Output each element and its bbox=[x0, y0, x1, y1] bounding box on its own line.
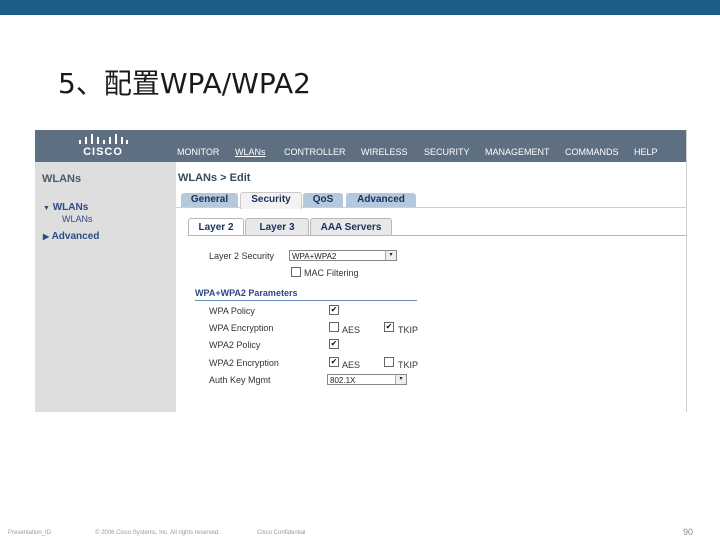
top-navigation-bar: CISCO MONITOR WLANs CONTROLLER WIRELESS … bbox=[35, 130, 686, 162]
nav-item-wlans[interactable]: ▼ WLANs bbox=[43, 202, 88, 213]
tab-security[interactable]: Security bbox=[240, 192, 302, 209]
triangle-right-icon: ▶ bbox=[43, 232, 50, 241]
dropdown-arrow-icon: ▾ bbox=[385, 251, 396, 260]
subtab-layer3[interactable]: Layer 3 bbox=[245, 218, 309, 236]
layer2-security-select[interactable]: WPA+WPA2 ▾ bbox=[289, 250, 397, 261]
wpa-aes-label: AES bbox=[342, 325, 361, 335]
subtab-divider bbox=[188, 235, 686, 236]
wpa-encryption-label: WPA Encryption bbox=[209, 323, 274, 333]
subtab-aaa-servers[interactable]: AAA Servers bbox=[310, 218, 392, 236]
menu-security[interactable]: SECURITY bbox=[424, 147, 470, 157]
slide-top-bar bbox=[0, 0, 720, 15]
wpa2-policy-checkbox[interactable]: ✔ bbox=[329, 339, 339, 349]
wpa2-encryption-label: WPA2 Encryption bbox=[209, 358, 279, 368]
menu-monitor[interactable]: MONITOR bbox=[177, 147, 219, 157]
subtab-layer2[interactable]: Layer 2 bbox=[188, 218, 244, 236]
slide-title: 5、配置WPA/WPA2 bbox=[58, 67, 311, 100]
mac-filtering-label: MAC Filtering bbox=[304, 268, 359, 278]
wlan-edit-panel: WLANs > Edit General Security QoS Advanc… bbox=[176, 162, 686, 412]
mac-filtering-checkbox[interactable] bbox=[291, 267, 301, 277]
left-navigation: WLANs ▼ WLANs WLANs ▶ Advanced bbox=[35, 162, 174, 412]
tab-bar: General Security QoS Advanced bbox=[176, 190, 686, 209]
nav-item-wlans-label: WLANs bbox=[52, 202, 89, 213]
cisco-bridge-icon bbox=[79, 132, 128, 144]
wpa-parameters-title: WPA+WPA2 Parameters bbox=[195, 288, 298, 298]
auth-key-mgmt-label: Auth Key Mgmt bbox=[209, 375, 271, 385]
footer-copyright: © 2006 Cisco Systems, Inc. All rights re… bbox=[95, 530, 220, 536]
wpa2-policy-label: WPA2 Policy bbox=[209, 340, 261, 350]
menu-management[interactable]: MANAGEMENT bbox=[485, 147, 550, 157]
triangle-down-icon: ▼ bbox=[43, 205, 50, 212]
tab-advanced[interactable]: Advanced bbox=[346, 193, 416, 207]
cisco-logo-text: CISCO bbox=[83, 146, 123, 158]
menu-help[interactable]: HELP bbox=[634, 147, 658, 157]
menu-wireless[interactable]: WIRELESS bbox=[361, 147, 408, 157]
footer-confidential: Cisco Confidential bbox=[257, 530, 306, 536]
cisco-logo: CISCO bbox=[75, 132, 131, 160]
nav-subitem-wlans[interactable]: WLANs bbox=[62, 214, 93, 224]
wpa-tkip-checkbox[interactable]: ✔ bbox=[384, 322, 394, 332]
menu-controller[interactable]: CONTROLLER bbox=[284, 147, 346, 157]
page-number: 90 bbox=[683, 527, 694, 537]
auth-key-mgmt-value: 802.1X bbox=[330, 376, 356, 385]
tab-qos[interactable]: QoS bbox=[303, 193, 343, 207]
wpa-tkip-label: TKIP bbox=[398, 325, 419, 335]
auth-key-mgmt-select[interactable]: 802.1X ▾ bbox=[327, 374, 407, 385]
layer2-security-value: WPA+WPA2 bbox=[292, 252, 337, 261]
wpa2-aes-checkbox[interactable]: ✔ bbox=[329, 357, 339, 367]
layer2-security-label: Layer 2 Security bbox=[209, 251, 275, 261]
menu-wlans[interactable]: WLANs bbox=[235, 147, 266, 157]
footer-presentation-id: Presentation_ID bbox=[8, 530, 52, 536]
section-divider bbox=[195, 300, 417, 301]
menu-commands[interactable]: COMMANDS bbox=[565, 147, 619, 157]
wpa2-tkip-label: TKIP bbox=[398, 360, 419, 370]
left-nav-title: WLANs bbox=[42, 173, 82, 185]
wpa-policy-label: WPA Policy bbox=[209, 306, 255, 316]
nav-item-advanced[interactable]: ▶ Advanced bbox=[43, 231, 99, 242]
tab-general[interactable]: General bbox=[181, 193, 238, 207]
nav-item-advanced-label: Advanced bbox=[51, 231, 100, 242]
breadcrumb: WLANs > Edit bbox=[178, 172, 251, 184]
wpa-policy-checkbox[interactable]: ✔ bbox=[329, 305, 339, 315]
controller-screenshot: CISCO MONITOR WLANs CONTROLLER WIRELESS … bbox=[35, 130, 687, 412]
wpa2-aes-label: AES bbox=[342, 360, 361, 370]
dropdown-arrow-icon: ▾ bbox=[395, 375, 406, 384]
wpa-aes-checkbox[interactable] bbox=[329, 322, 339, 332]
wpa2-tkip-checkbox[interactable] bbox=[384, 357, 394, 367]
